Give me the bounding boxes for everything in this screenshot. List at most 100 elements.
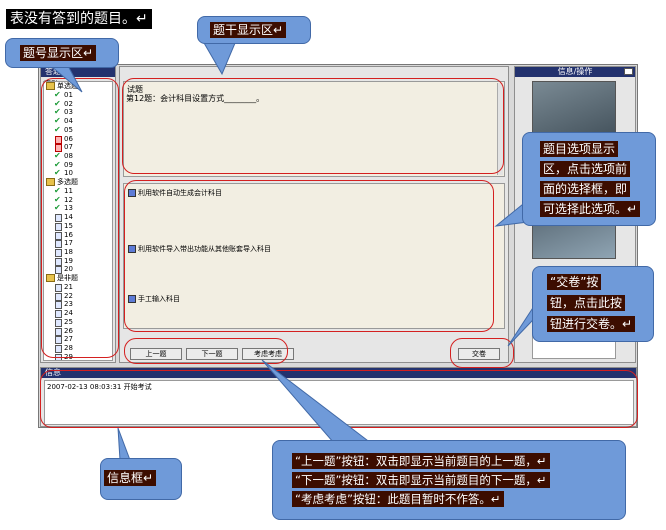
tree-item-label: 14 <box>64 213 73 222</box>
tree-item[interactable]: 16 <box>44 231 112 240</box>
option-label: 手工输入科目 <box>138 295 180 303</box>
option-label: 利用软件自动生成会计科目 <box>138 189 222 197</box>
tree-item-label: 12 <box>64 195 73 204</box>
tree-item[interactable]: 25 <box>44 318 112 327</box>
nav-label-3: “考虑考虑”按钮：此题目暂时不作答。↵ <box>292 491 504 507</box>
tree-item[interactable]: 21 <box>44 283 112 293</box>
tree-item[interactable]: ✔ 10 <box>44 169 112 178</box>
left-panel-title: 答题 <box>41 67 115 77</box>
tree-item[interactable]: 19 <box>44 257 112 266</box>
tree-item-label: 09 <box>64 160 73 169</box>
tree-item-label: 26 <box>64 326 73 335</box>
info-panel-title: 信息 <box>41 368 636 378</box>
tree-item[interactable]: 27 <box>44 335 112 345</box>
tree-item[interactable]: 06 <box>44 135 112 144</box>
options-label-3: 面的选择框，即 <box>540 181 631 197</box>
tree-item-label: 28 <box>64 343 73 352</box>
option-label: 利用软件导入带出功能从其他账套导入科目 <box>138 245 271 253</box>
tree-item-label: 02 <box>64 99 73 108</box>
tree-item[interactable]: 23 <box>44 300 112 310</box>
question-index-panel: 答题 索引 单选题✔01✔02✔03✔04✔050607✔08✔09✔10多选题… <box>40 66 116 363</box>
tree-group-label: 单选题 <box>57 82 78 90</box>
option-2[interactable]: 利用软件导入带出功能从其他账套导入科目 <box>128 244 271 254</box>
tree-item-label: 25 <box>64 317 73 326</box>
nav-label-2: “下一题”按钮：双击即显示当前题目的下一题，↵ <box>292 472 550 488</box>
tree-item-label: 03 <box>64 108 73 117</box>
tree-item-label: 27 <box>64 335 73 344</box>
option-3[interactable]: 手工输入科目 <box>128 294 180 304</box>
tree-item[interactable]: ✔ 13 <box>44 204 112 213</box>
consider-button[interactable]: 考虑考虑 <box>242 348 294 360</box>
submit-label-1: “交卷”按 <box>547 274 602 290</box>
tree-item-label: 20 <box>64 265 73 274</box>
question-tree: 单选题 ✔ 01 ✔ 02 ✔ 03 ✔ 04 ✔ 05 06 07 ✔ 08 ✔ 09 ✔ 10 多选题 ✔ 11 ✔ 12… <box>43 81 113 361</box>
check-icon: ✔ <box>54 124 61 134</box>
message-log: 2007-02-13 08:03:31 开始考试 <box>44 380 634 425</box>
tree-item[interactable]: 24 <box>44 309 112 319</box>
tree-item-label: 13 <box>64 204 73 213</box>
info-pointer <box>117 427 131 461</box>
tree-item[interactable]: 29 <box>44 352 112 361</box>
tree-item-label: 01 <box>64 91 73 99</box>
tree-item-label: 18 <box>64 247 73 256</box>
options-label-2: 区，点击选项前 <box>540 161 631 177</box>
stem-scrollbar[interactable] <box>497 83 503 175</box>
check-icon: ✔ <box>54 203 61 213</box>
options-label-1: 题目选项显示 <box>540 141 619 157</box>
tree-item-label: 07 <box>64 143 73 152</box>
question-panel: 试题 第12题：会计科目设置方式________。 利用软件自动生成会计科目 利… <box>119 66 509 363</box>
tree-item-label: 24 <box>64 309 73 318</box>
tree-item-label: 15 <box>64 221 73 230</box>
submit-button[interactable]: 交卷 <box>458 348 500 360</box>
page-caption: 表没有答到的题目。↵ <box>6 9 152 29</box>
tree-item-label: 11 <box>64 187 73 196</box>
log-entry: 2007-02-13 08:03:31 开始考试 <box>47 383 152 391</box>
tree-item[interactable]: 22 <box>44 292 112 301</box>
tree-item-label: 08 <box>64 151 73 160</box>
option-checkbox[interactable] <box>128 189 136 197</box>
tree-item-label: 21 <box>64 283 73 292</box>
tree-item-label: 16 <box>64 230 73 239</box>
tree-item[interactable]: 18 <box>44 248 112 257</box>
stem-area-label: 题干显示区↵ <box>210 22 287 38</box>
options-area: 利用软件自动生成会计科目 利用软件导入带出功能从其他账套导入科目 手工输入科目 <box>123 183 505 329</box>
tree-item[interactable]: ✔ 05 <box>44 124 112 135</box>
tree-item-label: 23 <box>64 300 73 309</box>
folder-icon <box>46 82 55 90</box>
info-box-label: 信息框↵ <box>104 470 157 486</box>
tree-item[interactable]: 17 <box>44 239 112 249</box>
tree-item[interactable]: 14 <box>44 213 112 223</box>
submit-label-3: 钮进行交卷。↵ <box>547 316 636 332</box>
option-1[interactable]: 利用软件自动生成会计科目 <box>128 188 222 198</box>
question-text: 第12题：会计科目设置方式________。 <box>126 94 265 103</box>
option-checkbox[interactable] <box>128 295 136 303</box>
folder-icon <box>46 178 55 187</box>
folder-icon <box>46 274 55 283</box>
submit-label-2: 钮，点击此按 <box>547 295 626 311</box>
tree-item-label: 06 <box>64 134 73 143</box>
tree-item[interactable]: 15 <box>44 222 112 231</box>
tree-item-label: 29 <box>64 352 73 361</box>
tree-item-label: 17 <box>64 239 73 248</box>
option-checkbox[interactable] <box>128 245 136 253</box>
message-panel: 信息 2007-02-13 08:03:31 开始考试 <box>40 367 637 427</box>
exam-window: 答题 索引 单选题✔01✔02✔03✔04✔050607✔08✔09✔10多选题… <box>38 64 638 428</box>
tree-item-label: 22 <box>64 291 73 300</box>
tree-item[interactable]: 20 <box>44 265 112 275</box>
check-icon: ✔ <box>54 168 61 178</box>
minimize-icon[interactable] <box>624 68 633 75</box>
tree-item[interactable]: 26 <box>44 327 112 336</box>
tree-group-label: 多选题 <box>57 178 78 187</box>
tree-item[interactable]: 28 <box>44 344 112 353</box>
tree-group[interactable]: 是非题 <box>44 274 112 283</box>
nav-label-1: “上一题”按钮：双击即显示当前题目的上一题，↵ <box>292 453 550 469</box>
question-stem-area: 试题 第12题：会计科目设置方式________。 <box>123 81 505 177</box>
tree-group-label: 是非题 <box>57 274 78 283</box>
right-panel-title: 信息/操作 <box>515 67 635 77</box>
index-area-label: 题号显示区↵ <box>20 45 97 61</box>
tree-item-label: 10 <box>64 169 73 178</box>
document-icon <box>55 353 62 360</box>
tree-item-label: 04 <box>64 117 73 126</box>
next-question-button[interactable]: 下一题 <box>186 348 238 360</box>
prev-question-button[interactable]: 上一题 <box>130 348 182 360</box>
